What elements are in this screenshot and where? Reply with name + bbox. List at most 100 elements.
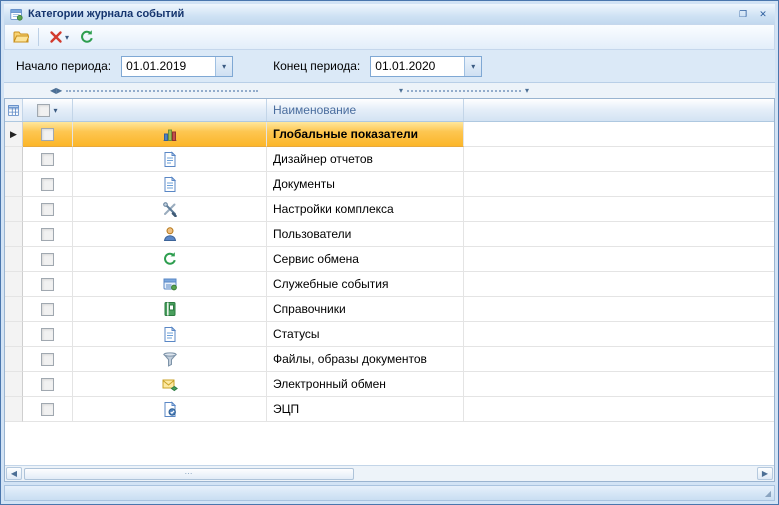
row-name: ЭЦП — [267, 397, 464, 422]
refresh-icon — [73, 247, 267, 272]
categories-grid: ▾ Наименование ▶Глобальные показателиДиз… — [4, 98, 775, 482]
row-indicator — [5, 197, 23, 222]
row-checkbox[interactable] — [41, 203, 54, 216]
row-checkbox[interactable] — [41, 178, 54, 191]
maximize-button[interactable]: ❐ — [735, 7, 751, 21]
grid-row[interactable]: Сервис обмена — [5, 247, 774, 272]
grid-row[interactable]: ЭЦП — [5, 397, 774, 422]
close-button[interactable]: ✕ — [755, 7, 771, 21]
scroll-right-button[interactable]: ▶ — [757, 467, 773, 480]
row-filler — [464, 247, 774, 272]
column-band-strip: ◀ ▶ ▾ ▾ — [4, 83, 775, 98]
events-icon — [73, 272, 267, 297]
row-indicator — [5, 172, 23, 197]
row-checkbox[interactable] — [41, 403, 54, 416]
icon-column-header[interactable] — [73, 99, 267, 121]
period-start-dropdown[interactable]: ▾ — [215, 57, 232, 76]
period-start-label: Начало периода: — [16, 59, 111, 73]
files-icon — [73, 347, 267, 372]
row-checkbox-cell[interactable] — [23, 397, 73, 422]
filter-panel: Начало периода: ▾ Конец периода: ▾ — [4, 50, 775, 83]
form-icon — [8, 6, 24, 22]
row-checkbox-cell[interactable] — [23, 222, 73, 247]
row-checkbox[interactable] — [41, 353, 54, 366]
row-name: Справочники — [267, 297, 464, 322]
arrow-down-icon[interactable]: ▾ — [399, 87, 403, 95]
refresh-button[interactable] — [75, 26, 99, 48]
scrollbar-thumb[interactable]: ⋯ — [24, 468, 354, 480]
open-button[interactable] — [9, 26, 33, 48]
grid-row[interactable]: Пользователи — [5, 222, 774, 247]
empty-column-header[interactable] — [464, 99, 774, 121]
band-splitter-left[interactable]: ◀ ▶ — [50, 85, 262, 96]
grid-row[interactable]: Справочники — [5, 297, 774, 322]
row-filler — [464, 172, 774, 197]
row-indicator — [5, 222, 23, 247]
grid-row[interactable]: Настройки комплекса — [5, 197, 774, 222]
row-checkbox-cell[interactable] — [23, 322, 73, 347]
grid-row[interactable]: Документы — [5, 172, 774, 197]
row-checkbox-cell[interactable] — [23, 147, 73, 172]
arrow-right-icon[interactable]: ▶ — [56, 87, 62, 95]
row-checkbox-cell[interactable] — [23, 247, 73, 272]
delete-dropdown-caret[interactable]: ▾ — [65, 33, 69, 42]
grid-corner-cell[interactable] — [5, 99, 23, 121]
period-end-datebox[interactable]: ▾ — [370, 56, 482, 77]
row-checkbox-cell[interactable] — [23, 347, 73, 372]
row-checkbox[interactable] — [41, 328, 54, 341]
row-indicator — [5, 147, 23, 172]
row-name: Статусы — [267, 322, 464, 347]
row-indicator — [5, 272, 23, 297]
row-checkbox[interactable] — [41, 378, 54, 391]
horizontal-scrollbar[interactable]: ◀ ⋯ ▶ — [5, 465, 774, 481]
title-bar[interactable]: Категории журнала событий ❐ ✕ — [4, 4, 775, 24]
row-filler — [464, 147, 774, 172]
grid-row[interactable]: Дизайнер отчетов — [5, 147, 774, 172]
reference-icon — [73, 297, 267, 322]
checkbox-column-header[interactable]: ▾ — [23, 99, 73, 121]
band-dotted-line[interactable] — [66, 90, 258, 92]
band-splitter-right[interactable]: ▾ ▾ — [399, 85, 529, 96]
row-checkbox-cell[interactable] — [23, 272, 73, 297]
row-indicator — [5, 347, 23, 372]
checkbox-dropdown-caret[interactable]: ▾ — [53, 106, 57, 115]
row-checkbox-cell[interactable] — [23, 197, 73, 222]
row-checkbox[interactable] — [41, 228, 54, 241]
scroll-left-button[interactable]: ◀ — [6, 467, 22, 480]
period-start-input[interactable] — [122, 57, 215, 76]
grid-row[interactable]: Статусы — [5, 322, 774, 347]
row-indicator — [5, 397, 23, 422]
row-checkbox[interactable] — [41, 278, 54, 291]
grid-row[interactable]: ▶Глобальные показатели — [5, 122, 774, 147]
row-checkbox-cell[interactable] — [23, 122, 73, 147]
document-icon — [73, 172, 267, 197]
name-column-header[interactable]: Наименование — [267, 99, 464, 121]
delete-icon — [48, 29, 64, 45]
row-name: Электронный обмен — [267, 372, 464, 397]
user-icon — [73, 222, 267, 247]
row-checkbox-cell[interactable] — [23, 172, 73, 197]
tools-icon — [73, 197, 267, 222]
delete-button[interactable]: ▾ — [44, 26, 73, 48]
row-checkbox-cell[interactable] — [23, 297, 73, 322]
grid-row[interactable]: Электронный обмен — [5, 372, 774, 397]
period-end-dropdown[interactable]: ▾ — [464, 57, 481, 76]
row-filler — [464, 197, 774, 222]
row-name: Дизайнер отчетов — [267, 147, 464, 172]
period-start-datebox[interactable]: ▾ — [121, 56, 233, 77]
grid-row[interactable]: Файлы, образы документов — [5, 347, 774, 372]
row-checkbox[interactable] — [41, 153, 54, 166]
row-checkbox[interactable] — [41, 303, 54, 316]
row-checkbox[interactable] — [41, 128, 54, 141]
band-dotted-line[interactable] — [407, 90, 521, 92]
period-end-input[interactable] — [371, 57, 464, 76]
refresh-icon — [79, 29, 95, 45]
grid-row[interactable]: Служебные события — [5, 272, 774, 297]
row-filler — [464, 322, 774, 347]
row-indicator — [5, 322, 23, 347]
row-checkbox-cell[interactable] — [23, 372, 73, 397]
arrow-down-icon[interactable]: ▾ — [525, 87, 529, 95]
row-checkbox[interactable] — [41, 253, 54, 266]
select-all-checkbox[interactable] — [37, 104, 50, 117]
resize-grip-icon[interactable]: ◢ — [765, 489, 771, 498]
